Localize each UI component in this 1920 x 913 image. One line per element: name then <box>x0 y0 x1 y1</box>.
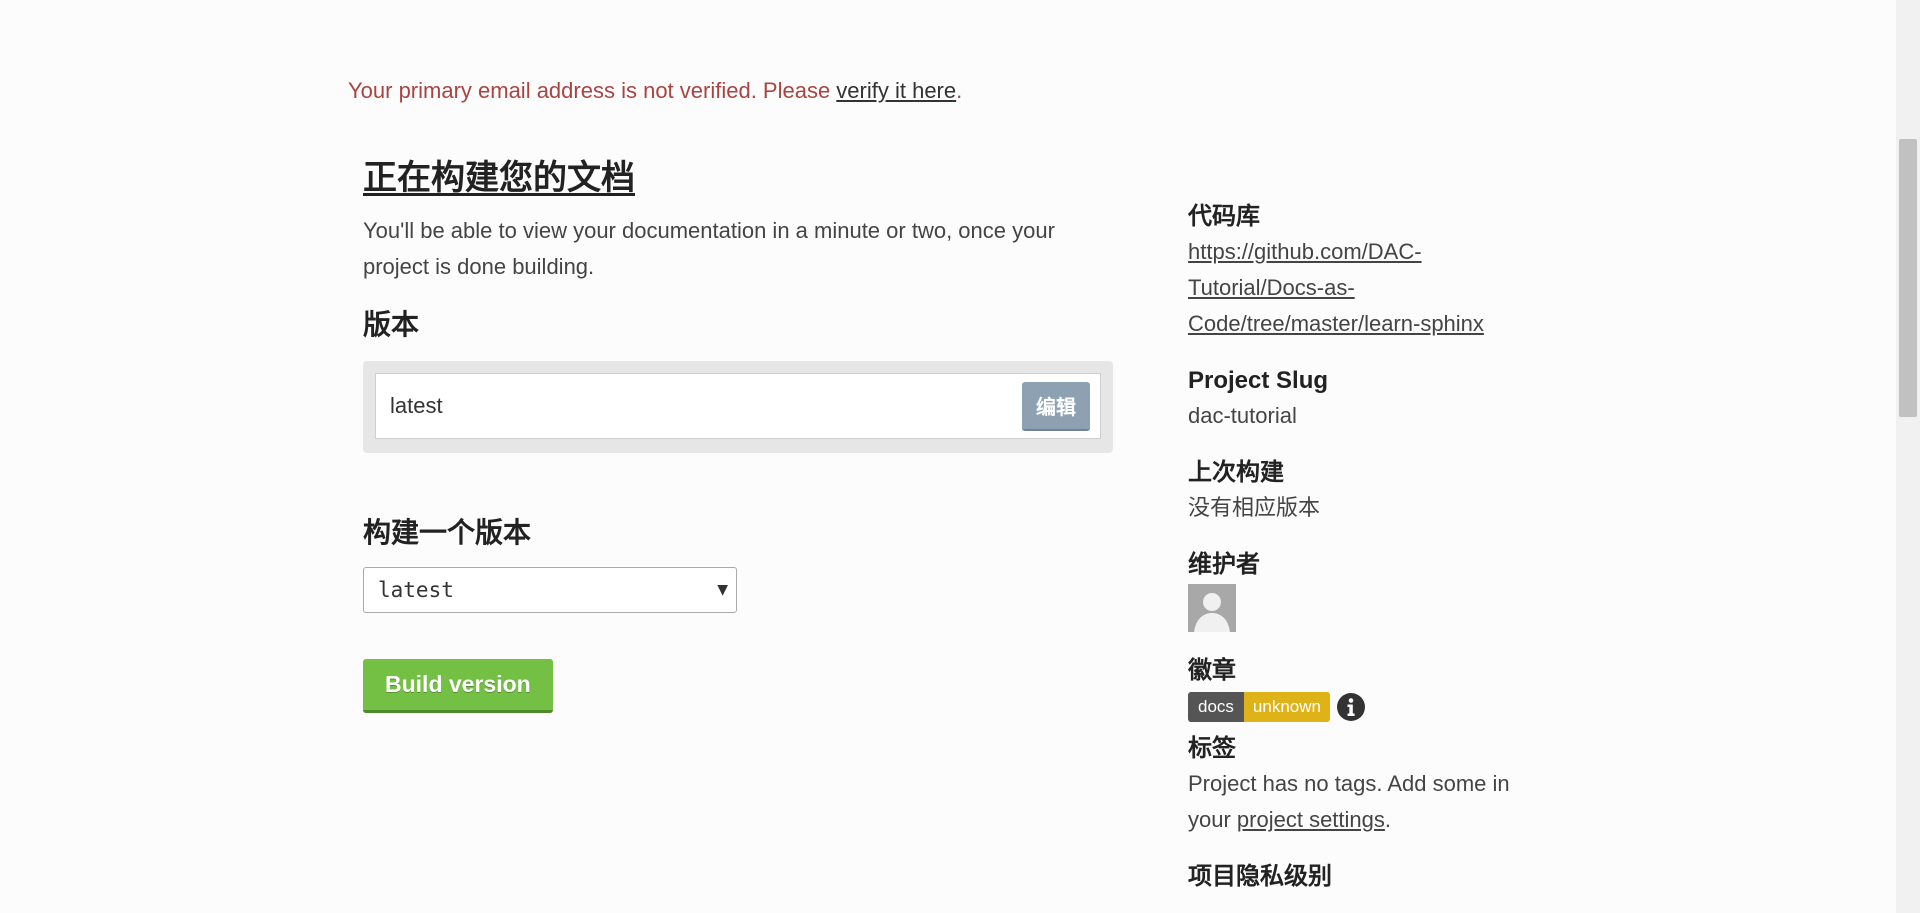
repository-value: https://github.com/DAC-Tutorial/Docs-as-… <box>1188 234 1528 342</box>
badge-right-text: unknown <box>1243 692 1330 722</box>
version-select-value: latest <box>378 578 454 602</box>
tags-label: 标签 <box>1188 735 1236 762</box>
last-build-value: 没有相应版本 <box>1188 495 1321 520</box>
caret-down-icon: ▼ <box>717 582 728 598</box>
intro-text: You'll be able to view your documentatio… <box>363 218 1055 279</box>
email-verification-notice: Your primary email address is not verifi… <box>348 78 962 104</box>
version-row: latest 编辑 <box>375 373 1101 439</box>
info-icon[interactable] <box>1336 692 1366 722</box>
badge-left-text: docs <box>1188 692 1244 722</box>
build-version-button[interactable]: Build version <box>363 659 553 713</box>
notice-suffix: . <box>956 78 963 103</box>
user-avatar-icon <box>1188 584 1236 632</box>
page: Your primary email address is not verifi… <box>0 0 1896 913</box>
privacy-level-label: 项目隐私级别 <box>1188 863 1332 890</box>
main-content: 正在构建您的文档 You'll be able to view your doc… <box>363 150 1123 713</box>
scrollbar-thumb[interactable] <box>1899 139 1917 417</box>
page-title: 正在构建您的文档 <box>363 159 635 197</box>
project-sidebar: 代码库 https://github.com/DAC-Tutorial/Docs… <box>1188 200 1548 894</box>
version-select[interactable]: latest ▼ <box>363 567 737 613</box>
edit-version-button[interactable]: 编辑 <box>1022 381 1090 431</box>
versions-heading: 版本 <box>363 309 420 340</box>
slug-value: dac-tutorial <box>1188 403 1297 428</box>
repository-label: 代码库 <box>1188 203 1260 230</box>
page-scrollbar[interactable] <box>1896 0 1920 913</box>
badge-label: 徽章 <box>1188 657 1236 684</box>
verify-email-link[interactable]: verify it here <box>836 78 956 103</box>
tags-suffix: . <box>1384 807 1392 832</box>
maintainers-label: 维护者 <box>1188 551 1260 578</box>
badge-row: docs unknown <box>1188 692 1548 722</box>
last-build-label: 上次构建 <box>1188 459 1284 486</box>
build-version-heading: 构建一个版本 <box>363 517 532 548</box>
notice-text: Your primary email address is not verifi… <box>348 78 837 103</box>
slug-label: Project Slug <box>1188 367 1329 394</box>
docs-badge[interactable]: docs unknown <box>1188 692 1330 722</box>
repository-link[interactable]: https://github.com/DAC-Tutorial/Docs-as-… <box>1188 239 1484 336</box>
version-name[interactable]: latest <box>390 393 443 419</box>
tags-text: Project has no tags. Add some in your pr… <box>1188 766 1548 838</box>
maintainer-avatar[interactable] <box>1188 584 1236 632</box>
project-settings-link[interactable]: project settings <box>1237 807 1385 832</box>
versions-list: latest 编辑 <box>363 361 1113 453</box>
